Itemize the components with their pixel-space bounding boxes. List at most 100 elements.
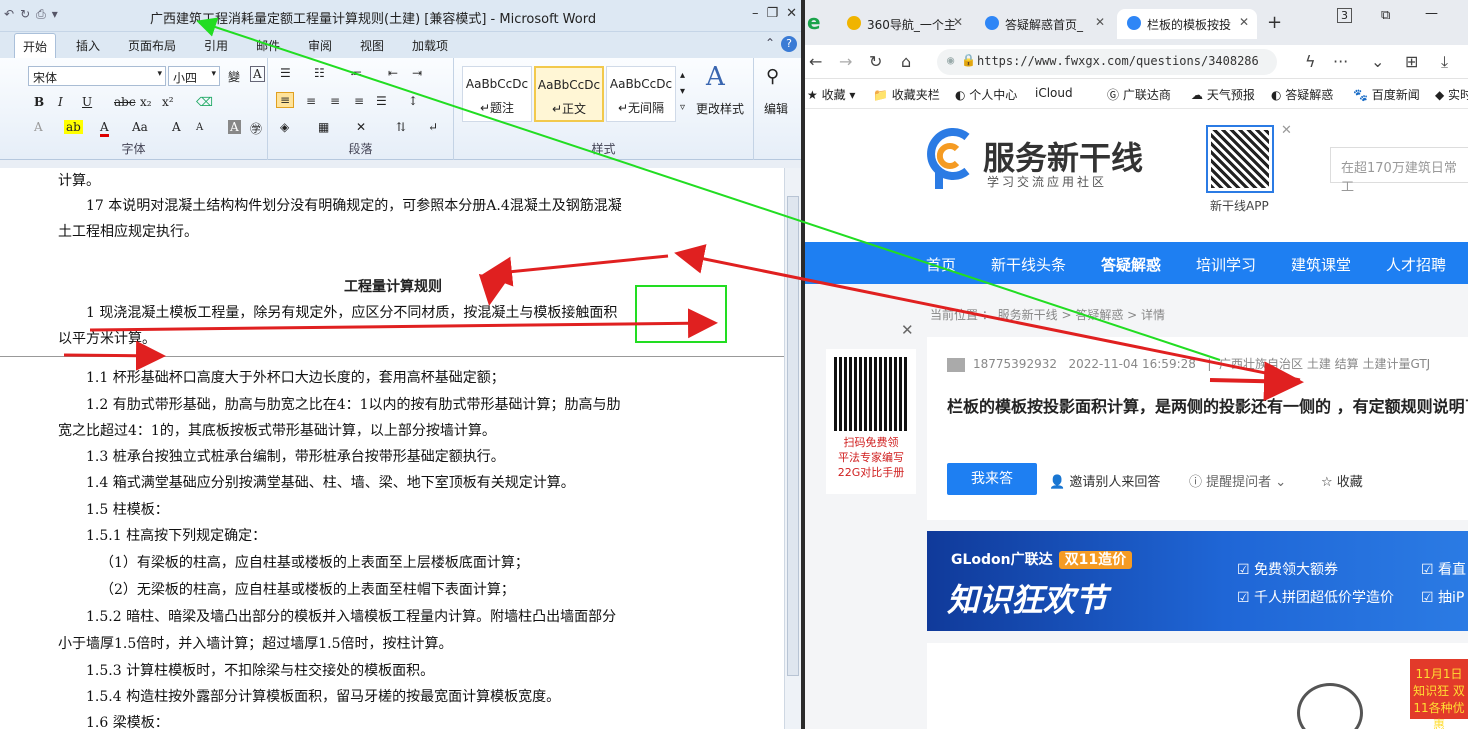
text-effects-icon[interactable]: A: [34, 120, 43, 134]
tab-review[interactable]: 审阅: [308, 37, 332, 54]
nav-home[interactable]: 首页: [926, 254, 956, 275]
styles-scroll-icon[interactable]: ▴ ▾ ▿: [680, 68, 685, 116]
edge-logo-icon[interactable]: e: [807, 10, 821, 34]
promo-banner[interactable]: GLodon广联达 双11造价 知识狂欢节 ☑ 免费领大额券 ☑ 千人拼团超低价学…: [927, 531, 1468, 631]
flash-icon[interactable]: ϟ: [1305, 52, 1316, 71]
tab-page-layout[interactable]: 页面布局: [128, 37, 176, 54]
font-size-combo[interactable]: 小四 ▾: [168, 66, 220, 86]
font-color-icon[interactable]: A: [100, 120, 109, 137]
bookmark-item[interactable]: ☁ 天气预报: [1191, 86, 1255, 103]
change-styles-icon[interactable]: A: [706, 62, 725, 92]
subscript-icon[interactable]: x₂: [140, 95, 152, 109]
find-icon[interactable]: ⚲: [766, 66, 779, 87]
customize-qat-icon[interactable]: ▾: [52, 7, 58, 22]
print-icon[interactable]: ⎙: [36, 7, 46, 22]
close-icon[interactable]: ✕: [1281, 123, 1292, 138]
tab-close-icon[interactable]: ✕: [1095, 15, 1105, 29]
tab-close-icon[interactable]: ✕: [1239, 15, 1249, 29]
distributed-icon[interactable]: ☰: [376, 94, 387, 108]
line-spacing-icon[interactable]: ↕: [408, 94, 418, 108]
shrink-font-icon[interactable]: A: [196, 122, 203, 133]
decrease-indent-icon[interactable]: ⇤: [388, 66, 398, 80]
tab-count-badge[interactable]: 3: [1337, 8, 1352, 23]
browser-tab[interactable]: 答疑解惑首页_ ✕: [975, 9, 1113, 39]
tab-mailings[interactable]: 邮件: [256, 37, 280, 54]
style-normal[interactable]: AaBbCcDc ↵正文: [534, 66, 604, 122]
bookmark-item[interactable]: Ⓖ 广联达商: [1107, 86, 1171, 103]
favorite-button[interactable]: ☆ 收藏: [1321, 471, 1363, 490]
bookmark-item[interactable]: iCloud: [1035, 86, 1073, 100]
browser-tab[interactable]: 360导航_一个主 ✕: [837, 9, 971, 39]
font-name-combo[interactable]: 宋体 ▾: [28, 66, 166, 86]
document-area[interactable]: 计算。 17 本说明对混凝土结构构件划分没有明确规定的，可参照本分册A.4混凝土…: [0, 168, 784, 729]
close-icon[interactable]: ✕: [901, 321, 914, 339]
char-shading-icon[interactable]: A: [228, 120, 241, 134]
grow-font-icon[interactable]: A: [172, 120, 181, 134]
share-icon[interactable]: ⧉: [1381, 8, 1390, 23]
style-caption[interactable]: AaBbCcDc ↵题注: [462, 66, 532, 122]
bookmark-item[interactable]: ◐ 个人中心: [955, 86, 1017, 103]
nav-jobs[interactable]: 人才招聘: [1386, 254, 1446, 275]
enclose-char-icon[interactable]: ㊫: [250, 120, 262, 137]
tab-view[interactable]: 视图: [360, 37, 384, 54]
home-icon[interactable]: ⌂: [901, 52, 911, 71]
side-ad[interactable]: 11月1日 知识狂 双11各种优惠: [1410, 659, 1468, 729]
highlight-icon[interactable]: ab: [64, 120, 83, 134]
side-qr-ad[interactable]: 扫码免费领 平法专家编写 22G对比手册: [826, 349, 916, 494]
site-logo[interactable]: 服务新干线 学习交流应用社区: [927, 127, 1157, 207]
bookmark-item[interactable]: 📁 收藏夹栏: [873, 86, 940, 103]
forward-icon[interactable]: →: [839, 52, 852, 71]
bullets-icon[interactable]: ☰: [280, 66, 291, 80]
minimize-icon[interactable]: —: [1425, 6, 1438, 21]
tab-home[interactable]: 开始: [14, 33, 57, 61]
bookmark-item[interactable]: ◆ 实时: [1435, 86, 1468, 103]
tab-addins[interactable]: 加载项: [412, 37, 448, 54]
download-icon[interactable]: ⤓: [1441, 52, 1448, 72]
underline-icon[interactable]: U: [82, 95, 92, 109]
back-icon[interactable]: ←: [809, 52, 822, 71]
sort-icon[interactable]: ⇅: [396, 120, 406, 134]
undo-icon[interactable]: ↶: [4, 7, 14, 22]
invite-answer-button[interactable]: 👤 邀请别人来回答: [1049, 471, 1160, 490]
apps-icon[interactable]: ⊞: [1405, 52, 1418, 71]
phonetic-guide-icon[interactable]: 變: [228, 68, 240, 85]
reload-icon[interactable]: ↻: [869, 52, 882, 71]
align-center-icon[interactable]: ≡: [306, 94, 316, 108]
scroll-thumb[interactable]: [787, 196, 799, 676]
answer-button[interactable]: 我来答: [947, 463, 1037, 495]
help-icon[interactable]: ?: [781, 36, 797, 52]
chinese-layout-icon[interactable]: ✕: [356, 120, 366, 134]
style-no-spacing[interactable]: AaBbCcDc ↵无间隔: [606, 66, 676, 122]
nav-classroom[interactable]: 建筑课堂: [1291, 254, 1351, 275]
nav-headlines[interactable]: 新干线头条: [991, 254, 1066, 275]
multilevel-list-icon[interactable]: ≔: [350, 66, 362, 80]
remind-asker-button[interactable]: ⓘ 提醒提问者 ⌄: [1189, 471, 1286, 490]
italic-icon[interactable]: I: [58, 95, 63, 109]
bookmark-item[interactable]: ◐ 答疑解惑: [1271, 86, 1333, 103]
change-styles-label[interactable]: 更改样式: [696, 100, 744, 117]
minimize-button[interactable]: –: [752, 6, 759, 21]
browser-tab-active[interactable]: 栏板的模板按投 ✕: [1117, 9, 1257, 39]
align-right-icon[interactable]: ≡: [330, 94, 340, 108]
redo-icon[interactable]: ↻: [20, 7, 30, 22]
strikethrough-icon[interactable]: abc: [114, 95, 136, 109]
bookmark-item[interactable]: 🐾 百度新闻: [1353, 86, 1420, 103]
dropdown-icon[interactable]: ⌄: [1371, 52, 1384, 71]
tab-insert[interactable]: 插入: [76, 37, 100, 54]
site-search-input[interactable]: 在超170万建筑日常工: [1330, 147, 1468, 195]
borders-icon[interactable]: ▦: [318, 120, 329, 134]
increase-indent-icon[interactable]: ⇥: [412, 66, 422, 80]
show-marks-icon[interactable]: ↵: [428, 120, 438, 134]
justify-icon[interactable]: ≡: [354, 94, 364, 108]
new-tab-icon[interactable]: +: [1267, 12, 1282, 33]
ribbon-collapse-icon[interactable]: ⌃: [765, 36, 775, 52]
tab-close-icon[interactable]: ✕: [953, 15, 963, 29]
vertical-scrollbar[interactable]: [784, 168, 801, 729]
tab-references[interactable]: 引用: [204, 37, 228, 54]
change-case-icon[interactable]: Aa: [132, 120, 148, 134]
bookmark-item[interactable]: ★ 收藏 ▾: [807, 86, 855, 103]
nav-qa[interactable]: 答疑解惑: [1101, 254, 1161, 275]
align-left-icon[interactable]: ≡: [276, 92, 295, 108]
char-border-icon[interactable]: A: [250, 66, 265, 82]
avatar[interactable]: [947, 357, 965, 372]
